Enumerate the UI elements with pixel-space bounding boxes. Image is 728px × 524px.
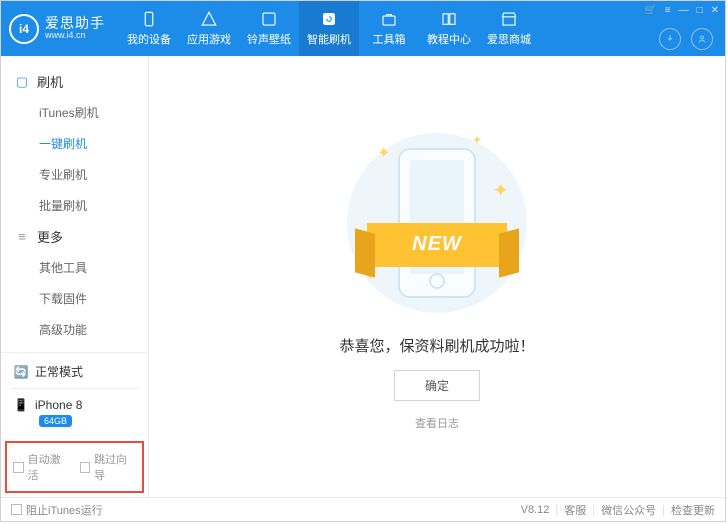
checkbox-icon	[13, 462, 24, 473]
download-icon[interactable]	[659, 28, 681, 50]
sidebar-section-flash[interactable]: ▢ 刷机	[1, 66, 148, 97]
cart-icon[interactable]: 🛒	[644, 5, 656, 16]
body: ▢ 刷机 iTunes刷机 一键刷机 专业刷机 批量刷机 ≡ 更多 其他工具 下…	[1, 56, 725, 497]
main-content: ✦ ✦ ✦ ✦ NEW 恭喜您，保资料刷机成功啦！ 确定 查看日志	[149, 56, 725, 497]
section-title: 刷机	[37, 72, 63, 91]
support-link[interactable]: 客服	[564, 502, 586, 518]
ok-button[interactable]: 确定	[394, 370, 480, 401]
store-icon	[500, 10, 518, 28]
sidebar-item-advanced[interactable]: 高级功能	[39, 314, 148, 345]
nav-flash[interactable]: 智能刷机	[299, 1, 359, 56]
auto-activate-checkbox[interactable]: 自动激活	[13, 451, 70, 483]
checkbox-icon	[11, 504, 22, 515]
sidebar-section-more[interactable]: ≡ 更多	[1, 221, 148, 252]
skip-guide-checkbox[interactable]: 跳过向导	[80, 451, 137, 483]
sidebar-item-itunes-flash[interactable]: iTunes刷机	[39, 97, 148, 128]
brand-logo: i4 爱思助手 www.i4.cn	[9, 14, 105, 44]
wechat-link[interactable]: 微信公众号	[601, 502, 656, 518]
nav-store[interactable]: 爱思商城	[479, 1, 539, 56]
close-icon[interactable]: ✕	[711, 5, 719, 16]
title-bar: i4 爱思助手 www.i4.cn 我的设备 应用游戏 铃声壁纸 智能刷机	[1, 1, 725, 56]
window-controls: 🛒 ≡ ― □ ✕	[644, 5, 719, 16]
nav-tutorials[interactable]: 教程中心	[419, 1, 479, 56]
phone-outline-icon: ▢	[15, 75, 29, 89]
sidebar-scroll: ▢ 刷机 iTunes刷机 一键刷机 专业刷机 批量刷机 ≡ 更多 其他工具 下…	[1, 56, 148, 352]
storage-badge: 64GB	[39, 415, 72, 427]
refresh-icon	[320, 10, 338, 28]
top-nav: 我的设备 应用游戏 铃声壁纸 智能刷机 工具箱 教程中心	[119, 1, 539, 56]
brand-text: 爱思助手 www.i4.cn	[45, 16, 105, 41]
sidebar-item-batch-flash[interactable]: 批量刷机	[39, 190, 148, 221]
status-device[interactable]: 📱 iPhone 8 64GB	[11, 393, 138, 431]
footer-right: V8.12 | 客服 | 微信公众号 | 检查更新	[521, 502, 715, 518]
sync-icon: 🔄	[13, 364, 29, 380]
status-mode[interactable]: 🔄 正常模式	[11, 359, 138, 384]
nav-my-device[interactable]: 我的设备	[119, 1, 179, 56]
sidebar-item-download-firmware[interactable]: 下载固件	[39, 283, 148, 314]
more-icon: ≡	[15, 230, 29, 244]
checkbox-label: 阻止iTunes运行	[26, 502, 103, 518]
success-illustration: ✦ ✦ ✦ ✦ NEW	[337, 123, 537, 323]
nav-ringtones[interactable]: 铃声壁纸	[239, 1, 299, 56]
sidebar-item-oneclick-flash[interactable]: 一键刷机	[39, 128, 148, 159]
menu-icon[interactable]: ≡	[665, 5, 671, 16]
nav-label: 爱思商城	[487, 31, 531, 47]
user-icon[interactable]	[691, 28, 713, 50]
logo-icon: i4	[9, 14, 39, 44]
checkbox-label: 自动激活	[28, 451, 70, 483]
sidebar-options-highlight: 自动激活 跳过向导	[5, 441, 144, 493]
brand-name: 爱思助手	[45, 16, 105, 31]
nav-label: 应用游戏	[187, 31, 231, 47]
check-update-link[interactable]: 检查更新	[671, 502, 715, 518]
phone-icon	[140, 10, 158, 28]
maximize-icon[interactable]: □	[697, 5, 703, 16]
sidebar-item-pro-flash[interactable]: 专业刷机	[39, 159, 148, 190]
brand-site: www.i4.cn	[45, 31, 105, 41]
sidebar-status: 🔄 正常模式 📱 iPhone 8 64GB	[1, 352, 148, 437]
nav-label: 工具箱	[373, 31, 406, 47]
block-itunes-checkbox[interactable]: 阻止iTunes运行	[11, 502, 103, 518]
status-device-label: iPhone 8	[35, 398, 82, 412]
sidebar: ▢ 刷机 iTunes刷机 一键刷机 专业刷机 批量刷机 ≡ 更多 其他工具 下…	[1, 56, 149, 497]
app-window: i4 爱思助手 www.i4.cn 我的设备 应用游戏 铃声壁纸 智能刷机	[0, 0, 726, 522]
header-actions	[659, 28, 713, 50]
new-ribbon: NEW	[367, 223, 507, 267]
success-message: 恭喜您，保资料刷机成功啦！	[339, 335, 534, 356]
status-mode-label: 正常模式	[35, 363, 83, 380]
checkbox-label: 跳过向导	[94, 451, 136, 483]
minimize-icon[interactable]: ―	[679, 5, 689, 16]
nav-label: 铃声壁纸	[247, 31, 291, 47]
nav-label: 教程中心	[427, 31, 471, 47]
nav-apps[interactable]: 应用游戏	[179, 1, 239, 56]
nav-label: 智能刷机	[307, 31, 351, 47]
device-icon: 📱	[13, 397, 29, 413]
version-label: V8.12	[521, 504, 550, 516]
nav-toolbox[interactable]: 工具箱	[359, 1, 419, 56]
view-log-link[interactable]: 查看日志	[415, 415, 459, 431]
section-title: 更多	[37, 227, 63, 246]
toolbox-icon	[380, 10, 398, 28]
sidebar-item-other-tools[interactable]: 其他工具	[39, 252, 148, 283]
checkbox-icon	[80, 462, 91, 473]
apps-icon	[200, 10, 218, 28]
nav-label: 我的设备	[127, 31, 171, 47]
status-bar: 阻止iTunes运行 V8.12 | 客服 | 微信公众号 | 检查更新	[1, 497, 725, 521]
wallpaper-icon	[260, 10, 278, 28]
book-icon	[440, 10, 458, 28]
